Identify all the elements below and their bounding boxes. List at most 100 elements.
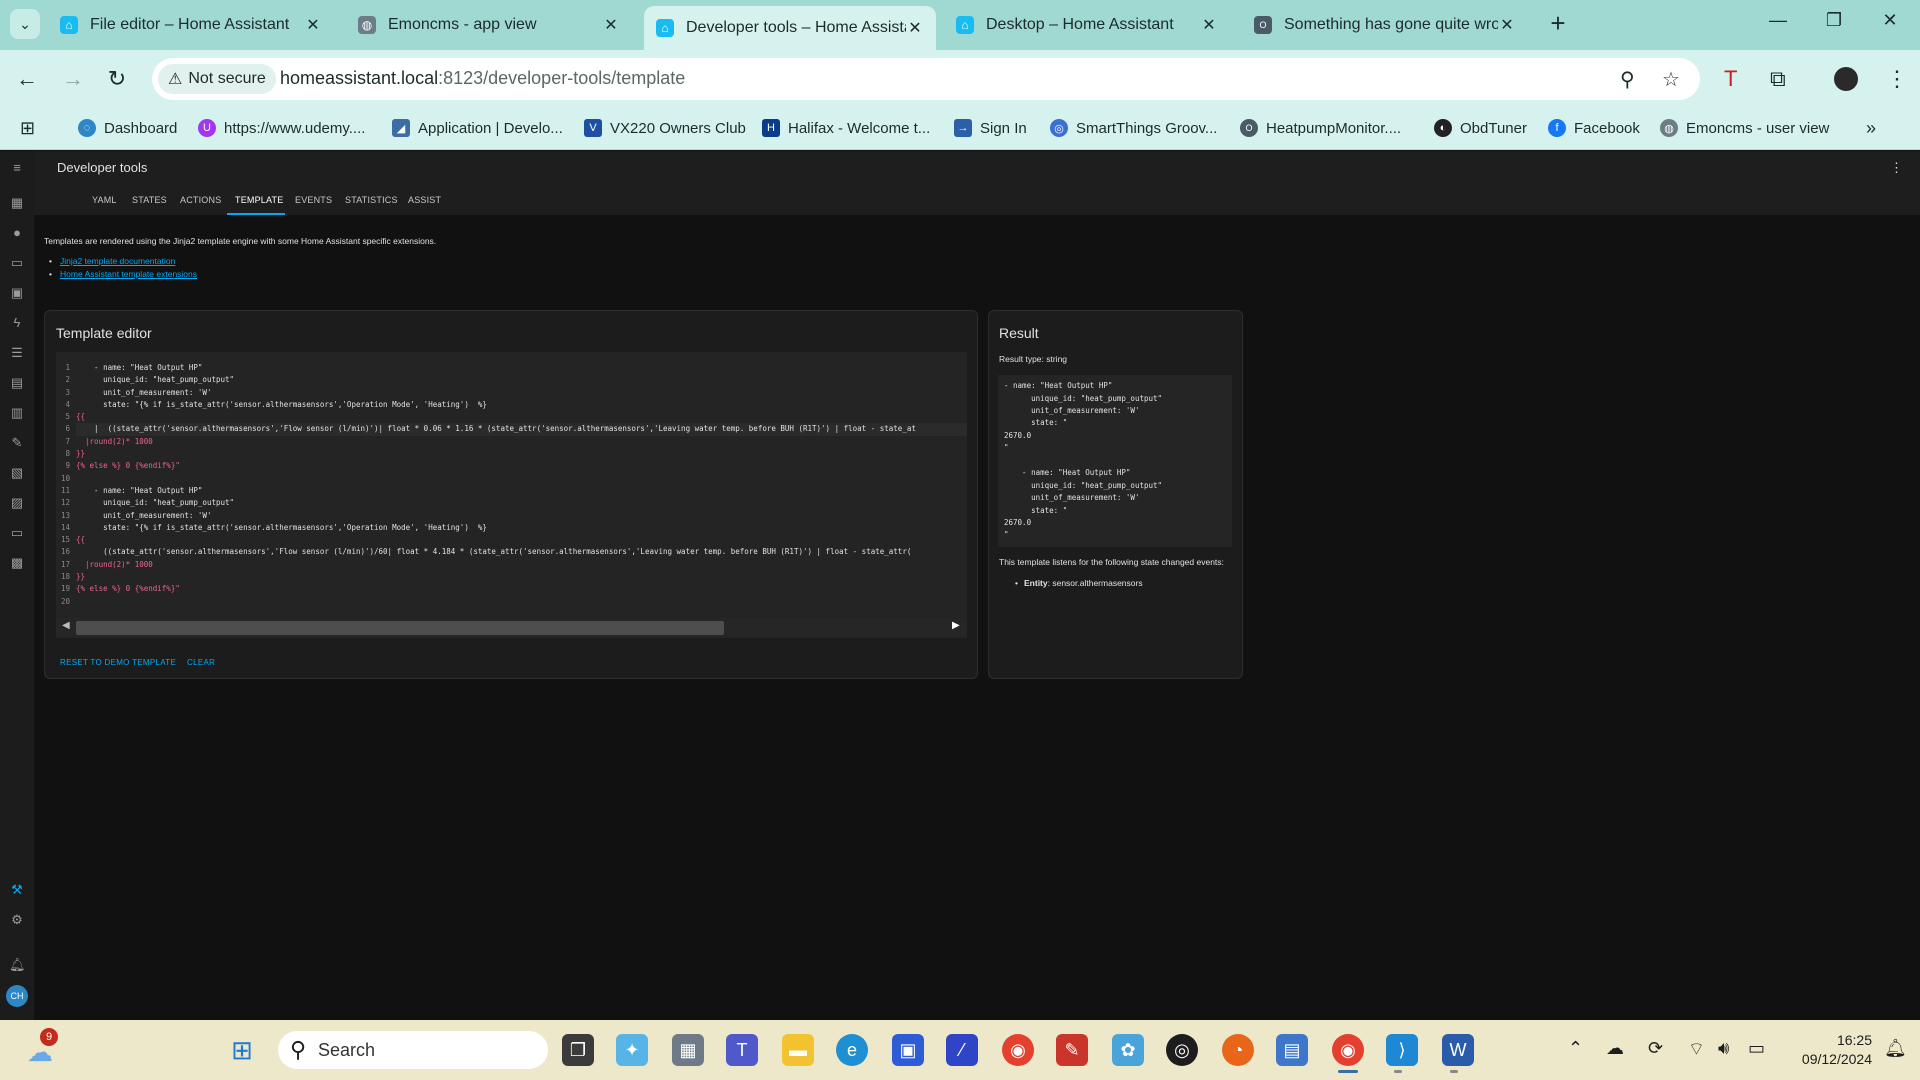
person-icon[interactable]: ● [9, 225, 25, 241]
notifications-bell-icon[interactable]: 🔔︎ [9, 957, 26, 973]
task-view-icon[interactable]: ❐ [562, 1034, 594, 1066]
apps-grid-icon[interactable]: ⊞ [20, 115, 35, 141]
obs-icon[interactable]: ◎ [1166, 1034, 1198, 1066]
bookmark-emoncms-user[interactable]: ◍ Emoncms - user view [1660, 115, 1829, 141]
bookmark-halifax[interactable]: H Halifax - Welcome t... [762, 115, 930, 141]
forward-button[interactable]: → [58, 64, 88, 94]
emoncms-panel-icon[interactable]: ▣ [9, 285, 25, 301]
battery-icon[interactable]: ▭ [1748, 1038, 1765, 1059]
scroll-left-icon[interactable]: ◀ [62, 620, 70, 631]
energy-icon[interactable]: ϟ [9, 315, 25, 331]
edge-icon[interactable]: e [836, 1034, 868, 1066]
ms-store-icon[interactable]: ▣ [892, 1034, 924, 1066]
calculator-icon[interactable]: ▦ [672, 1034, 704, 1066]
browser-tab-developer-tools[interactable]: ⌂ Developer tools – Home Assista ✕ [644, 6, 936, 50]
ha-template-extensions-link[interactable]: Home Assistant template extensions [49, 269, 197, 279]
browser-tab-something-wrong[interactable]: O Something has gone quite wro ✕ [1242, 7, 1528, 43]
bookmark-sign-in[interactable]: → Sign In [954, 115, 1027, 141]
bookmark-udemy[interactable]: Uhttps://www.udemy.... [198, 115, 365, 141]
bookmark-star-icon[interactable]: ☆ [1662, 67, 1680, 92]
wrench-icon[interactable]: ✎ [9, 435, 25, 451]
close-icon[interactable]: ✕ [304, 15, 322, 35]
tab-search-button[interactable]: ⌄ [10, 9, 40, 39]
tab-states[interactable]: STATES [132, 195, 167, 205]
game-icon[interactable]: ✿ [1112, 1034, 1144, 1066]
browser-tab-desktop[interactable]: ⌂ Desktop – Home Assistant ✕ [944, 7, 1230, 43]
chrome-profile-icon[interactable]: ◉ [1332, 1034, 1364, 1066]
site-info-button[interactable]: ⚠ Not secure [158, 64, 276, 94]
start-windows-icon[interactable]: ⊞ [226, 1034, 258, 1066]
menu-icon[interactable]: ≡ [9, 160, 25, 176]
calendar-icon[interactable]: ▨ [9, 495, 25, 511]
scroll-right-icon[interactable]: ▶ [952, 620, 960, 631]
reset-demo-template-button[interactable]: RESET TO DEMO TEMPLATE [60, 658, 176, 667]
close-window-button[interactable]: ✕ [1870, 10, 1910, 38]
reload-button[interactable]: ↻ [102, 64, 132, 94]
tab-yaml[interactable]: YAML [92, 195, 117, 205]
taskbar-clock[interactable]: 16:25 09/12/2024 [1788, 1031, 1872, 1069]
tesla-extension-icon[interactable]: T [1724, 66, 1737, 92]
extensions-icon[interactable]: ⧉ [1770, 66, 1786, 92]
more-bookmarks-icon[interactable]: » [1866, 115, 1876, 141]
volume-icon[interactable]: 🔊︎ [1718, 1038, 1729, 1059]
word-icon[interactable]: W [1442, 1034, 1474, 1066]
bookmark-vx220[interactable]: V VX220 Owners Club [584, 115, 746, 141]
settings-icon[interactable]: ⚙ [9, 912, 25, 928]
tab-actions[interactable]: ACTIONS [180, 195, 221, 205]
close-icon[interactable]: ✕ [906, 18, 924, 38]
code-lines[interactable]: - name: "Heat Output HP" unique_id: "hea… [76, 362, 967, 608]
browser-menu-icon[interactable]: ⋮ [1886, 66, 1908, 92]
history-icon[interactable]: ▤ [9, 375, 25, 391]
media-icon[interactable]: ▧ [9, 465, 25, 481]
tab-events[interactable]: EVENTS [295, 195, 332, 205]
teams-icon[interactable]: T [726, 1034, 758, 1066]
firefox-icon[interactable]: ◔ [1222, 1034, 1254, 1066]
file-editor-icon[interactable]: ▥ [9, 405, 25, 421]
jinja2-docs-link[interactable]: Jinja2 template documentation [49, 256, 175, 266]
zoom-icon[interactable]: ⚲ [1620, 67, 1635, 92]
overflow-menu-icon[interactable]: ⋮ [1890, 160, 1903, 176]
profile-avatar[interactable] [1834, 67, 1858, 91]
epson-icon[interactable]: ✎ [1056, 1034, 1088, 1066]
bookmark-application[interactable]: ◢ Application | Develo... [392, 115, 563, 141]
scrollbar-thumb[interactable] [76, 621, 724, 635]
developer-tools-icon[interactable]: ⚒ [9, 882, 25, 898]
bookmark-obdtuner[interactable]: ◐ ObdTuner [1434, 115, 1527, 141]
app-icon[interactable]: ⁄ [946, 1034, 978, 1066]
tab-assist[interactable]: ASSIST [408, 195, 441, 205]
tab-statistics[interactable]: STATISTICS [345, 195, 398, 205]
clear-button[interactable]: CLEAR [187, 658, 215, 667]
overview-icon[interactable]: ▦ [9, 195, 25, 211]
notification-bell-icon[interactable]: 🔔︎ [1884, 1038, 1907, 1059]
show-hidden-icons[interactable]: ⌃ [1568, 1038, 1583, 1059]
logbook-icon[interactable]: ☰ [9, 345, 25, 361]
bookmark-facebook[interactable]: f Facebook [1548, 115, 1640, 141]
back-button[interactable]: ← [12, 64, 42, 94]
new-tab-button[interactable]: + [1544, 10, 1572, 38]
bookmark-smartthings[interactable]: ◎ SmartThings Groov... [1050, 115, 1217, 141]
browser-tab-file-editor[interactable]: ⌂ File editor – Home Assistant ✕ [48, 7, 334, 43]
sync-icon[interactable]: ⟳ [1648, 1038, 1663, 1059]
taskbar-search[interactable]: Search [278, 1031, 548, 1069]
bookmark-dashboard[interactable]: ◌ Dashboard [78, 115, 177, 141]
minimize-button[interactable]: — [1758, 10, 1798, 38]
chrome-icon[interactable]: ◉ [1002, 1034, 1034, 1066]
close-icon[interactable]: ✕ [1200, 15, 1218, 35]
code-editor[interactable]: 12345 6 7 8 9 10 11 12 13 14 15 16 17 18 19 20 - nam… [56, 352, 967, 638]
document-icon[interactable]: ▤ [1276, 1034, 1308, 1066]
copilot-icon[interactable]: ✦ [616, 1034, 648, 1066]
bookmark-heatpumpmonitor[interactable]: O HeatpumpMonitor.... [1240, 115, 1401, 141]
file-explorer-icon[interactable]: ▬ [782, 1034, 814, 1066]
close-icon[interactable]: ✕ [1498, 15, 1516, 35]
vscode-icon[interactable]: ⟩ [1386, 1034, 1418, 1066]
terminal-icon[interactable]: ▭ [9, 525, 25, 541]
user-avatar[interactable]: CH [6, 985, 28, 1007]
tab-template[interactable]: TEMPLATE [235, 195, 283, 205]
wifi-icon[interactable]: ⌔ [1688, 1038, 1705, 1061]
monitor-icon[interactable]: ▭ [9, 255, 25, 271]
todo-icon[interactable]: ▩ [9, 555, 25, 571]
restore-button[interactable]: ❐ [1814, 10, 1854, 38]
browser-tab-emoncms-app[interactable]: ◍ Emoncms - app view ✕ [346, 7, 632, 43]
onedrive-icon[interactable]: ☁ [1606, 1038, 1624, 1059]
url-text[interactable]: homeassistant.local:8123/developer-tools… [280, 68, 685, 89]
